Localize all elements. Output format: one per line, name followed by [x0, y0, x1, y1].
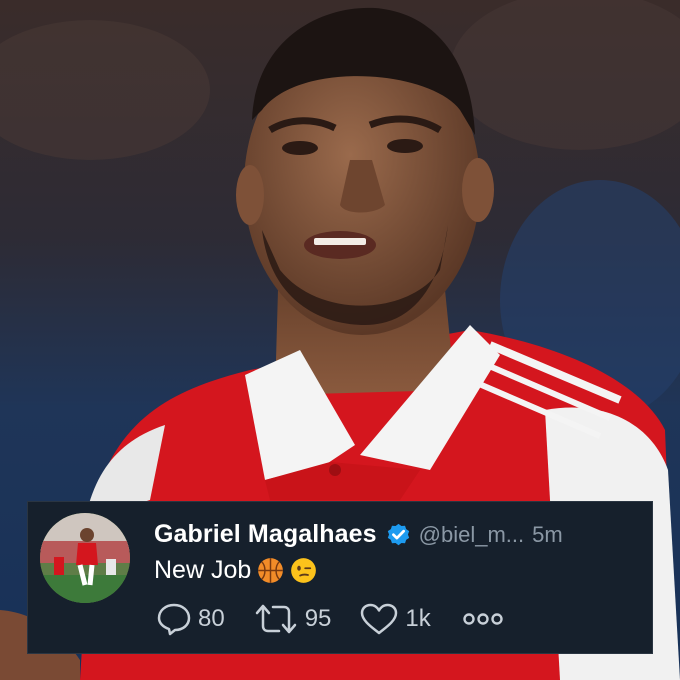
tweet-text: New Job — [154, 556, 252, 584]
retweet-icon — [255, 604, 296, 634]
like-icon — [361, 603, 398, 635]
retweet-count: 95 — [304, 605, 332, 632]
more-icon — [463, 613, 503, 625]
display-name[interactable]: Gabriel Magalhaes — [154, 520, 377, 549]
winking-face-emoji-icon — [291, 558, 317, 583]
like-button[interactable]: 1k — [359, 602, 431, 636]
basketball-emoji-icon — [258, 558, 284, 583]
reply-button[interactable]: 80 — [156, 602, 225, 636]
timestamp[interactable]: 5m — [532, 522, 563, 548]
like-count: 1k — [405, 605, 431, 632]
tweet-card[interactable]: Gabriel Magalhaes @biel_m... 5m New Job … — [27, 501, 653, 654]
verified-badge-icon — [387, 523, 409, 546]
avatar[interactable] — [40, 513, 130, 603]
handle[interactable]: @biel_m... — [419, 522, 524, 548]
reply-icon — [157, 603, 191, 636]
more-button[interactable] — [461, 611, 505, 627]
retweet-button[interactable]: 95 — [253, 602, 332, 636]
reply-count: 80 — [198, 605, 225, 632]
